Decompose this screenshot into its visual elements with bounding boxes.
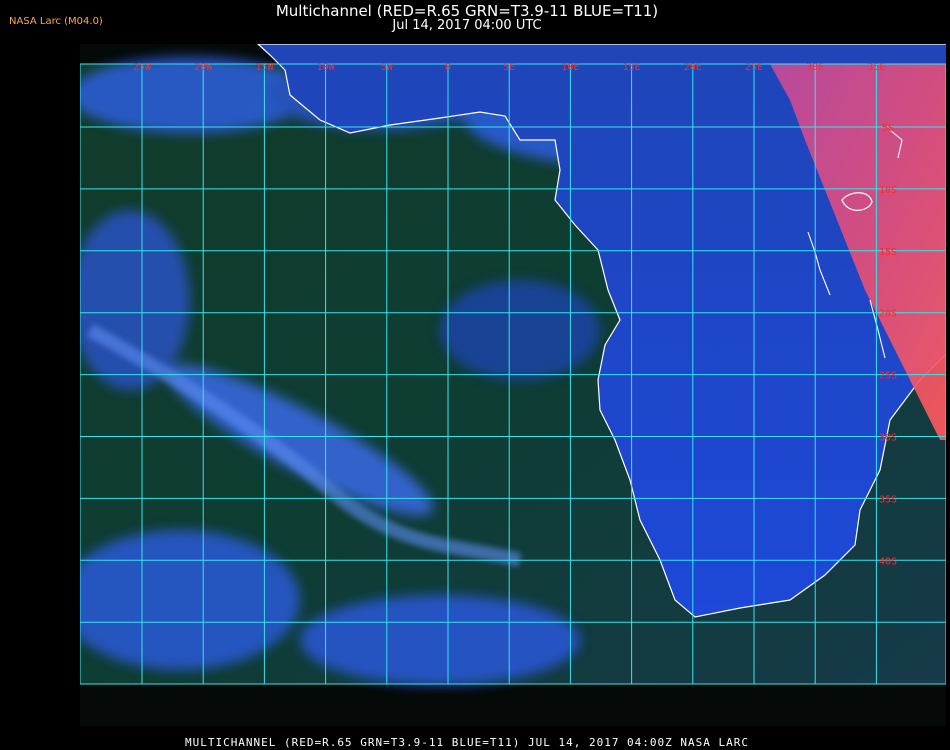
longitude-label: 10W xyxy=(317,62,336,73)
latitude-label: 10S xyxy=(879,185,897,196)
longitude-label: 5E xyxy=(503,62,515,73)
longitude-label: 25E xyxy=(745,62,763,73)
longitude-label: 35E xyxy=(867,62,885,73)
latitude-label: 5S xyxy=(882,123,894,134)
longitude-label: 25W xyxy=(133,62,152,73)
longitude-label: 0 xyxy=(445,62,451,73)
longitude-label: 20E xyxy=(684,62,702,73)
longitude-label: 15W xyxy=(255,62,274,73)
latitude-label: 30S xyxy=(879,433,897,444)
longitude-label: 20W xyxy=(194,62,213,73)
latitude-label: 40S xyxy=(879,556,897,567)
longitude-label: 15E xyxy=(623,62,641,73)
latitude-label: 35S xyxy=(879,494,897,505)
footer-caption: MULTICHANNEL (RED=R.65 GRN=T3.9-11 BLUE=… xyxy=(184,736,750,749)
latitude-label: 20S xyxy=(879,309,897,320)
satellite-image-viewer: NASA Larc (M04.0) Multichannel (RED=R.65… xyxy=(0,0,950,750)
satellite-map: 25W 20W 15W 10W 5W 0 5E 10E 15E 20E 25E 30E 35E 5S 10S… xyxy=(80,44,946,726)
latitude-label: 15S xyxy=(879,247,897,258)
longitude-label: 5W xyxy=(381,62,394,73)
longitude-label: 10E xyxy=(561,62,579,73)
latitude-label: 25S xyxy=(879,371,897,382)
longitude-label: 30E xyxy=(806,62,824,73)
